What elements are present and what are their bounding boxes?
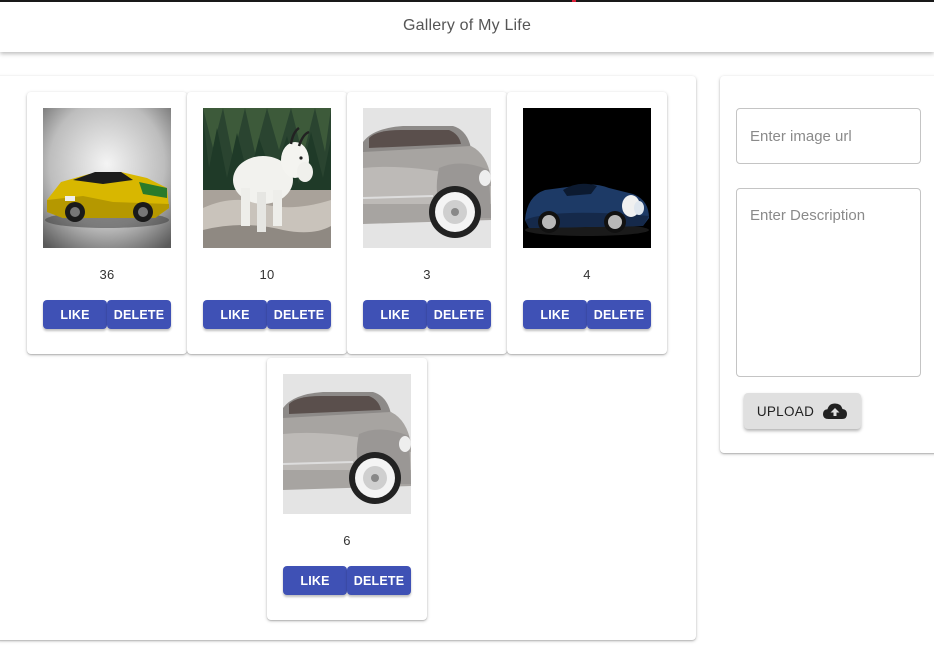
gallery-panel: 36 LIKE DELETE 10 LIKE DELETE 3 LIKE DEL… [0, 76, 696, 640]
silver-vintage-car-image [283, 374, 411, 514]
description-input[interactable] [737, 189, 920, 376]
upload-button-label: UPLOAD [756, 403, 815, 419]
yellow-sports-car-image [43, 108, 171, 248]
cloud-upload-icon [823, 403, 848, 419]
silver-vintage-car-image [363, 108, 491, 248]
like-count: 10 [259, 267, 275, 282]
gallery-card: 6 LIKE DELETE [267, 358, 427, 620]
like-button[interactable]: LIKE [523, 300, 587, 329]
like-count: 6 [343, 533, 351, 548]
page-title: Gallery of My Life [402, 17, 532, 34]
app-bar: Gallery of My Life [0, 2, 934, 52]
gallery-card: 10 LIKE DELETE [187, 92, 347, 354]
delete-button[interactable]: DELETE [107, 300, 171, 329]
blue-racing-car-image [523, 108, 651, 248]
delete-button[interactable]: DELETE [427, 300, 491, 329]
delete-button[interactable]: DELETE [347, 566, 411, 595]
upload-button[interactable]: UPLOAD [744, 393, 861, 429]
gallery-card: 3 LIKE DELETE [347, 92, 507, 354]
description-field [736, 188, 921, 377]
like-button[interactable]: LIKE [203, 300, 267, 329]
delete-button[interactable]: DELETE [587, 300, 651, 329]
like-button[interactable]: LIKE [363, 300, 427, 329]
like-count: 4 [583, 267, 591, 282]
like-button[interactable]: LIKE [283, 566, 347, 595]
delete-button[interactable]: DELETE [267, 300, 331, 329]
gallery-card: 36 LIKE DELETE [27, 92, 187, 354]
image-url-field [736, 108, 921, 164]
like-button[interactable]: LIKE [43, 300, 107, 329]
gallery-card: 4 LIKE DELETE [507, 92, 667, 354]
image-url-input[interactable] [737, 109, 920, 163]
like-count: 36 [99, 267, 115, 282]
like-count: 3 [423, 267, 431, 282]
upload-panel: UPLOAD [720, 76, 934, 453]
mountain-goat-image [203, 108, 331, 248]
